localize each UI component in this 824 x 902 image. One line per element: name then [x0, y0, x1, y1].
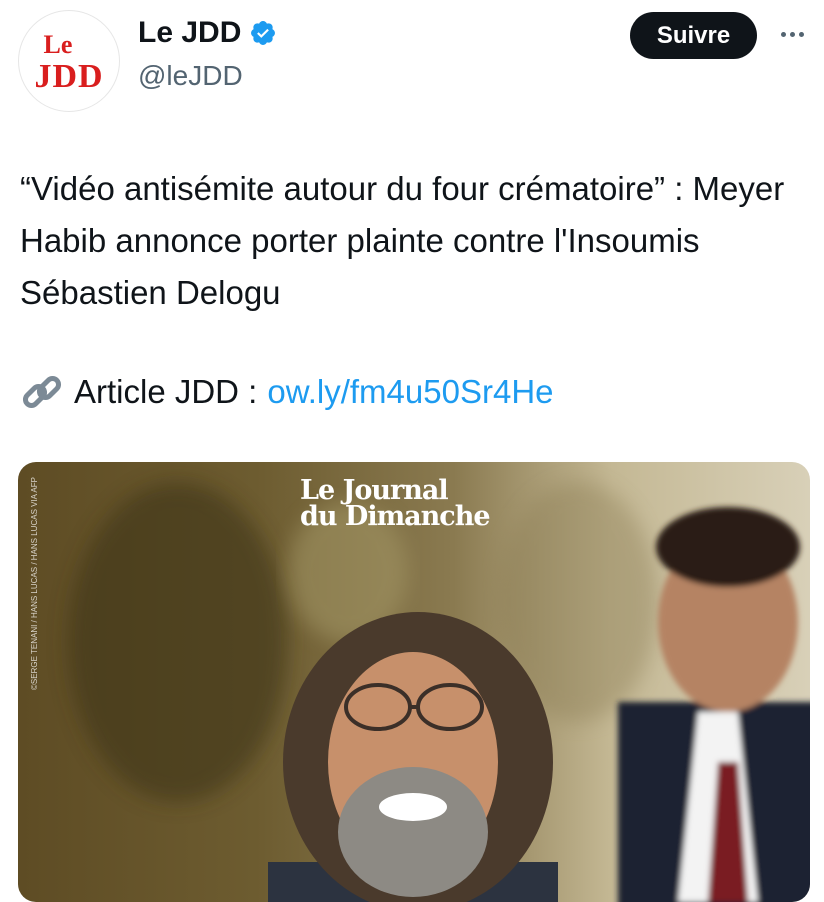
follow-button[interactable]: Suivre: [630, 12, 757, 59]
journal-masthead: Le Journal du Dimanche: [300, 477, 491, 532]
article-link-row: Article JDD : ow.ly/fm4u50Sr4He: [20, 366, 554, 418]
author-handle[interactable]: @leJDD: [138, 60, 243, 92]
verified-badge-icon: [251, 21, 276, 45]
more-dot: [789, 31, 795, 37]
more-icon[interactable]: [774, 22, 810, 46]
masthead-line2: du Dimanche: [300, 501, 491, 532]
article-link[interactable]: ow.ly/fm4u50Sr4He: [267, 366, 553, 418]
more-dot: [780, 31, 786, 37]
author-name-row: Le JDD: [138, 16, 277, 50]
tweet-text: “Vidéo antisémite autour du four crémato…: [20, 170, 785, 311]
more-dot: [798, 31, 804, 37]
avatar-logo-jdd: JDD: [34, 58, 104, 95]
link-icon: [22, 375, 62, 409]
link-prefix: Article JDD :: [74, 373, 258, 410]
avatar-logo-le: Le: [43, 30, 73, 59]
avatar[interactable]: Le JDD: [18, 10, 120, 112]
display-name[interactable]: Le JDD: [138, 16, 241, 50]
photo-credit: ©SERGE TENANI / HANS LUCAS / HANS LUCAS …: [30, 477, 39, 690]
